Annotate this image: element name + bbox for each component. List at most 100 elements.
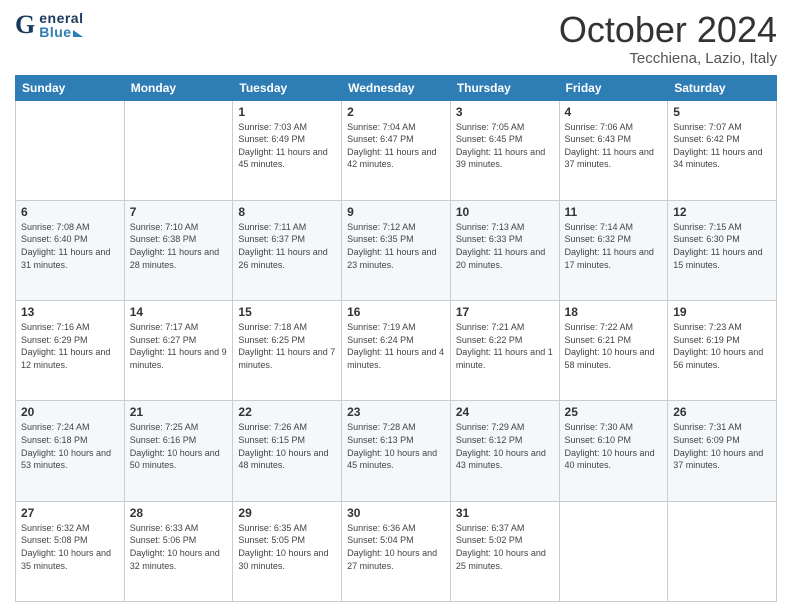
day-info: Sunrise: 6:37 AMSunset: 5:02 PMDaylight:… (456, 522, 554, 572)
calendar-cell (16, 100, 125, 200)
day-number: 8 (238, 205, 336, 219)
calendar-cell (124, 100, 233, 200)
calendar-header-row: SundayMondayTuesdayWednesdayThursdayFrid… (16, 75, 777, 100)
day-number: 15 (238, 305, 336, 319)
calendar-week-row: 20Sunrise: 7:24 AMSunset: 6:18 PMDayligh… (16, 401, 777, 501)
day-number: 3 (456, 105, 554, 119)
day-info: Sunrise: 7:22 AMSunset: 6:21 PMDaylight:… (565, 321, 663, 371)
calendar-week-row: 13 Sunrise: 7:16 AMSunset: 6:29 PMDayligh… (16, 301, 777, 401)
calendar-cell: 7 Sunrise: 7:10 AMSunset: 6:38 PMDaylight… (124, 200, 233, 300)
day-number: 7 (130, 205, 228, 219)
day-info: Sunrise: 7:15 AMSunset: 6:30 PMDaylight:… (673, 221, 771, 271)
calendar-cell: 11Sunrise: 7:14 AMSunset: 6:32 PMDayligh… (559, 200, 668, 300)
day-number: 12 (673, 205, 771, 219)
calendar-cell: 19Sunrise: 7:23 AMSunset: 6:19 PMDayligh… (668, 301, 777, 401)
calendar-cell: 3Sunrise: 7:05 AMSunset: 6:45 PMDaylight… (450, 100, 559, 200)
title-block: October 2024 Tecchiena, Lazio, Italy (559, 10, 777, 67)
day-header-wednesday: Wednesday (342, 75, 451, 100)
logo-blue-row: Blue (39, 25, 83, 39)
day-info: Sunrise: 7:25 AMSunset: 6:16 PMDaylight:… (130, 421, 228, 471)
day-info: Sunrise: 7:26 AMSunset: 6:15 PMDaylight:… (238, 421, 336, 471)
day-info: Sunrise: 7:07 AMSunset: 6:42 PMDaylight:… (673, 121, 771, 171)
day-header-sunday: Sunday (16, 75, 125, 100)
day-number: 9 (347, 205, 445, 219)
calendar-week-row: 6 Sunrise: 7:08 AMSunset: 6:40 PMDaylight… (16, 200, 777, 300)
day-info: Sunrise: 7:18 AMSunset: 6:25 PMDaylight:… (238, 321, 336, 371)
calendar-cell: 1 Sunrise: 7:03 AMSunset: 6:49 PMDaylight… (233, 100, 342, 200)
calendar-cell: 8Sunrise: 7:11 AMSunset: 6:37 PMDaylight… (233, 200, 342, 300)
page: G eneral Blue October 2024 Tecchiena, La… (0, 0, 792, 612)
calendar-cell: 31 Sunrise: 6:37 AMSunset: 5:02 PMDayligh… (450, 501, 559, 601)
day-header-saturday: Saturday (668, 75, 777, 100)
day-number: 24 (456, 405, 554, 419)
calendar-cell: 4 Sunrise: 7:06 AMSunset: 6:43 PMDaylight… (559, 100, 668, 200)
day-info: Sunrise: 7:21 AMSunset: 6:22 PMDaylight:… (456, 321, 554, 371)
day-number: 17 (456, 305, 554, 319)
day-info: Sunrise: 7:10 AMSunset: 6:38 PMDaylight:… (130, 221, 228, 271)
day-info: Sunrise: 7:19 AMSunset: 6:24 PMDaylight:… (347, 321, 445, 371)
calendar-cell: 13 Sunrise: 7:16 AMSunset: 6:29 PMDayligh… (16, 301, 125, 401)
day-info: Sunrise: 7:17 AMSunset: 6:27 PMDaylight:… (130, 321, 228, 371)
day-info: Sunrise: 7:03 AMSunset: 6:49 PMDaylight:… (238, 121, 336, 171)
day-info: Sunrise: 6:33 AMSunset: 5:06 PMDaylight:… (130, 522, 228, 572)
calendar-cell: 9 Sunrise: 7:12 AMSunset: 6:35 PMDaylight… (342, 200, 451, 300)
calendar-cell: 15 Sunrise: 7:18 AMSunset: 6:25 PMDayligh… (233, 301, 342, 401)
day-number: 29 (238, 506, 336, 520)
day-info: Sunrise: 7:14 AMSunset: 6:32 PMDaylight:… (565, 221, 663, 271)
logo-g-letter: G (15, 10, 35, 40)
day-number: 1 (238, 105, 336, 119)
calendar-cell: 27 Sunrise: 6:32 AMSunset: 5:08 PMDayligh… (16, 501, 125, 601)
calendar-cell: 12 Sunrise: 7:15 AMSunset: 6:30 PMDayligh… (668, 200, 777, 300)
day-number: 13 (21, 305, 119, 319)
day-number: 5 (673, 105, 771, 119)
logo-right: eneral Blue (39, 11, 83, 39)
day-number: 6 (21, 205, 119, 219)
day-info: Sunrise: 7:16 AMSunset: 6:29 PMDaylight:… (21, 321, 119, 371)
day-header-friday: Friday (559, 75, 668, 100)
day-info: Sunrise: 7:08 AMSunset: 6:40 PMDaylight:… (21, 221, 119, 271)
calendar-cell: 2Sunrise: 7:04 AMSunset: 6:47 PMDaylight… (342, 100, 451, 200)
day-info: Sunrise: 6:36 AMSunset: 5:04 PMDaylight:… (347, 522, 445, 572)
day-header-tuesday: Tuesday (233, 75, 342, 100)
day-number: 19 (673, 305, 771, 319)
day-info: Sunrise: 7:06 AMSunset: 6:43 PMDaylight:… (565, 121, 663, 171)
day-info: Sunrise: 7:24 AMSunset: 6:18 PMDaylight:… (21, 421, 119, 471)
calendar-cell: 28 Sunrise: 6:33 AMSunset: 5:06 PMDayligh… (124, 501, 233, 601)
calendar-cell (559, 501, 668, 601)
logo: G eneral Blue (15, 10, 83, 40)
day-number: 25 (565, 405, 663, 419)
day-info: Sunrise: 6:32 AMSunset: 5:08 PMDaylight:… (21, 522, 119, 572)
location: Tecchiena, Lazio, Italy (559, 50, 777, 67)
day-number: 23 (347, 405, 445, 419)
day-number: 28 (130, 506, 228, 520)
calendar-cell: 20Sunrise: 7:24 AMSunset: 6:18 PMDayligh… (16, 401, 125, 501)
day-header-monday: Monday (124, 75, 233, 100)
calendar-cell: 22Sunrise: 7:26 AMSunset: 6:15 PMDayligh… (233, 401, 342, 501)
day-header-thursday: Thursday (450, 75, 559, 100)
calendar-cell: 10Sunrise: 7:13 AMSunset: 6:33 PMDayligh… (450, 200, 559, 300)
calendar-cell: 24Sunrise: 7:29 AMSunset: 6:12 PMDayligh… (450, 401, 559, 501)
day-info: Sunrise: 7:30 AMSunset: 6:10 PMDaylight:… (565, 421, 663, 471)
calendar-cell: 26Sunrise: 7:31 AMSunset: 6:09 PMDayligh… (668, 401, 777, 501)
day-info: Sunrise: 7:13 AMSunset: 6:33 PMDaylight:… (456, 221, 554, 271)
calendar-cell: 6 Sunrise: 7:08 AMSunset: 6:40 PMDaylight… (16, 200, 125, 300)
calendar-cell: 18 Sunrise: 7:22 AMSunset: 6:21 PMDayligh… (559, 301, 668, 401)
calendar-table: SundayMondayTuesdayWednesdayThursdayFrid… (15, 75, 777, 602)
day-info: Sunrise: 7:12 AMSunset: 6:35 PMDaylight:… (347, 221, 445, 271)
day-number: 31 (456, 506, 554, 520)
calendar-cell: 17 Sunrise: 7:21 AMSunset: 6:22 PMDayligh… (450, 301, 559, 401)
day-info: Sunrise: 7:28 AMSunset: 6:13 PMDaylight:… (347, 421, 445, 471)
day-number: 16 (347, 305, 445, 319)
header: G eneral Blue October 2024 Tecchiena, La… (15, 10, 777, 67)
day-info: Sunrise: 7:04 AMSunset: 6:47 PMDaylight:… (347, 121, 445, 171)
day-info: Sunrise: 6:35 AMSunset: 5:05 PMDaylight:… (238, 522, 336, 572)
day-number: 30 (347, 506, 445, 520)
day-info: Sunrise: 7:31 AMSunset: 6:09 PMDaylight:… (673, 421, 771, 471)
calendar-week-row: 1 Sunrise: 7:03 AMSunset: 6:49 PMDaylight… (16, 100, 777, 200)
calendar-week-row: 27 Sunrise: 6:32 AMSunset: 5:08 PMDayligh… (16, 501, 777, 601)
calendar-cell: 23 Sunrise: 7:28 AMSunset: 6:13 PMDayligh… (342, 401, 451, 501)
day-number: 4 (565, 105, 663, 119)
day-number: 27 (21, 506, 119, 520)
calendar-cell: 14Sunrise: 7:17 AMSunset: 6:27 PMDayligh… (124, 301, 233, 401)
day-number: 18 (565, 305, 663, 319)
